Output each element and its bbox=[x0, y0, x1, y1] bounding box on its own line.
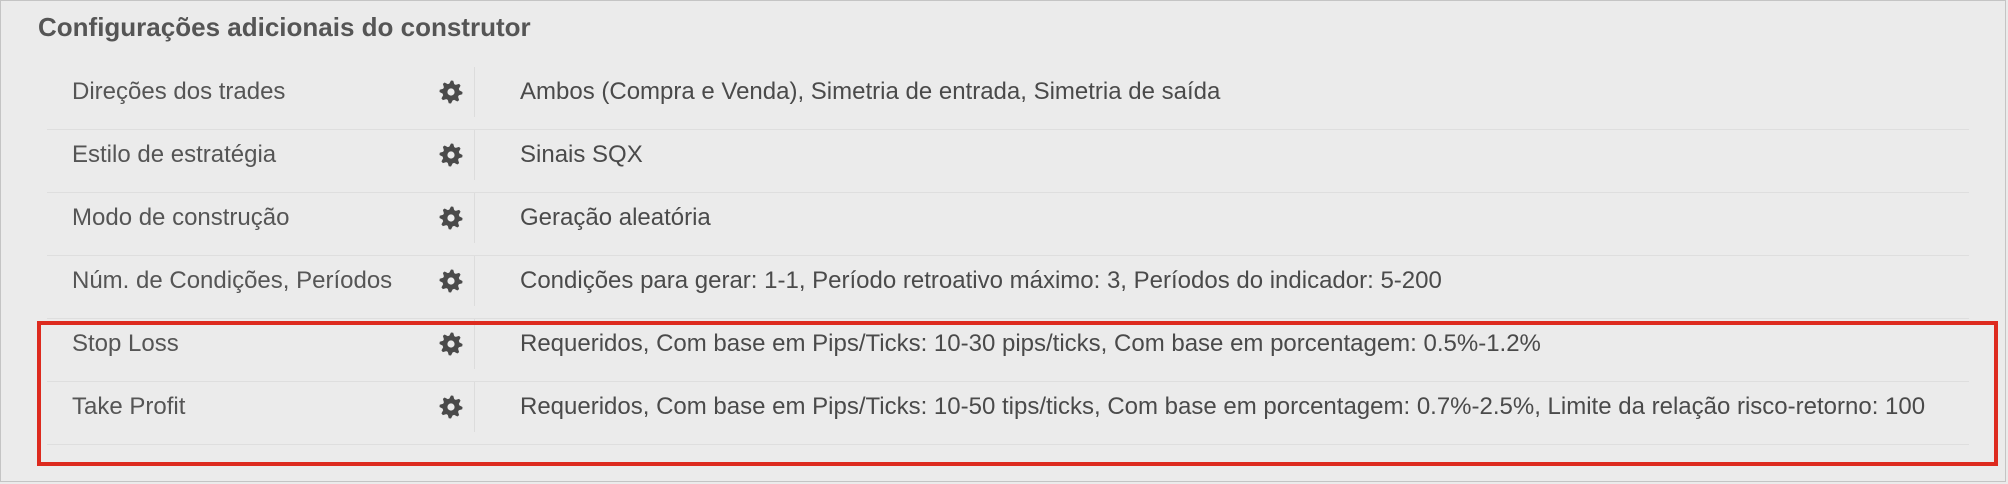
settings-row-conditions-periods: Núm. de Condições, Períodos Condições pa… bbox=[47, 256, 1969, 319]
divider bbox=[474, 193, 475, 243]
row-value: Sinais SQX bbox=[520, 141, 643, 168]
settings-row-take-profit: Take Profit Requeridos, Com base em Pips… bbox=[47, 382, 1969, 445]
divider bbox=[474, 130, 475, 180]
divider bbox=[474, 256, 475, 306]
row-label: Modo de construção bbox=[72, 204, 290, 231]
row-label: Direções dos trades bbox=[72, 78, 286, 105]
row-label: Stop Loss bbox=[72, 330, 179, 357]
settings-row-build-mode: Modo de construção Geração aleatória bbox=[47, 193, 1969, 256]
row-label: Estilo de estratégia bbox=[72, 141, 277, 168]
builder-settings-panel: Configurações adicionais do construtor D… bbox=[0, 0, 2006, 482]
row-value: Geração aleatória bbox=[520, 204, 711, 231]
gear-icon[interactable] bbox=[438, 79, 464, 105]
row-value: Requeridos, Com base em Pips/Ticks: 10-3… bbox=[520, 330, 1541, 357]
divider bbox=[474, 319, 475, 369]
row-label: Núm. de Condições, Períodos bbox=[72, 267, 393, 294]
row-label: Take Profit bbox=[72, 393, 186, 420]
section-title: Configurações adicionais do construtor bbox=[38, 12, 531, 42]
gear-icon[interactable] bbox=[438, 268, 464, 294]
settings-row-stop-loss: Stop Loss Requeridos, Com base em Pips/T… bbox=[47, 319, 1969, 382]
row-value: Condições para gerar: 1-1, Período retro… bbox=[520, 267, 1442, 294]
row-value: Requeridos, Com base em Pips/Ticks: 10-5… bbox=[520, 393, 1926, 420]
gear-icon[interactable] bbox=[438, 331, 464, 357]
gear-icon[interactable] bbox=[438, 205, 464, 231]
gear-icon[interactable] bbox=[438, 142, 464, 168]
row-value: Ambos (Compra e Venda), Simetria de entr… bbox=[520, 78, 1221, 105]
settings-list: Direções dos trades Ambos (Compra e Vend… bbox=[47, 67, 1969, 445]
divider bbox=[474, 382, 475, 432]
divider bbox=[474, 67, 475, 117]
settings-row-trade-directions: Direções dos trades Ambos (Compra e Vend… bbox=[47, 67, 1969, 130]
settings-row-strategy-style: Estilo de estratégia Sinais SQX bbox=[47, 130, 1969, 193]
gear-icon[interactable] bbox=[438, 394, 464, 420]
